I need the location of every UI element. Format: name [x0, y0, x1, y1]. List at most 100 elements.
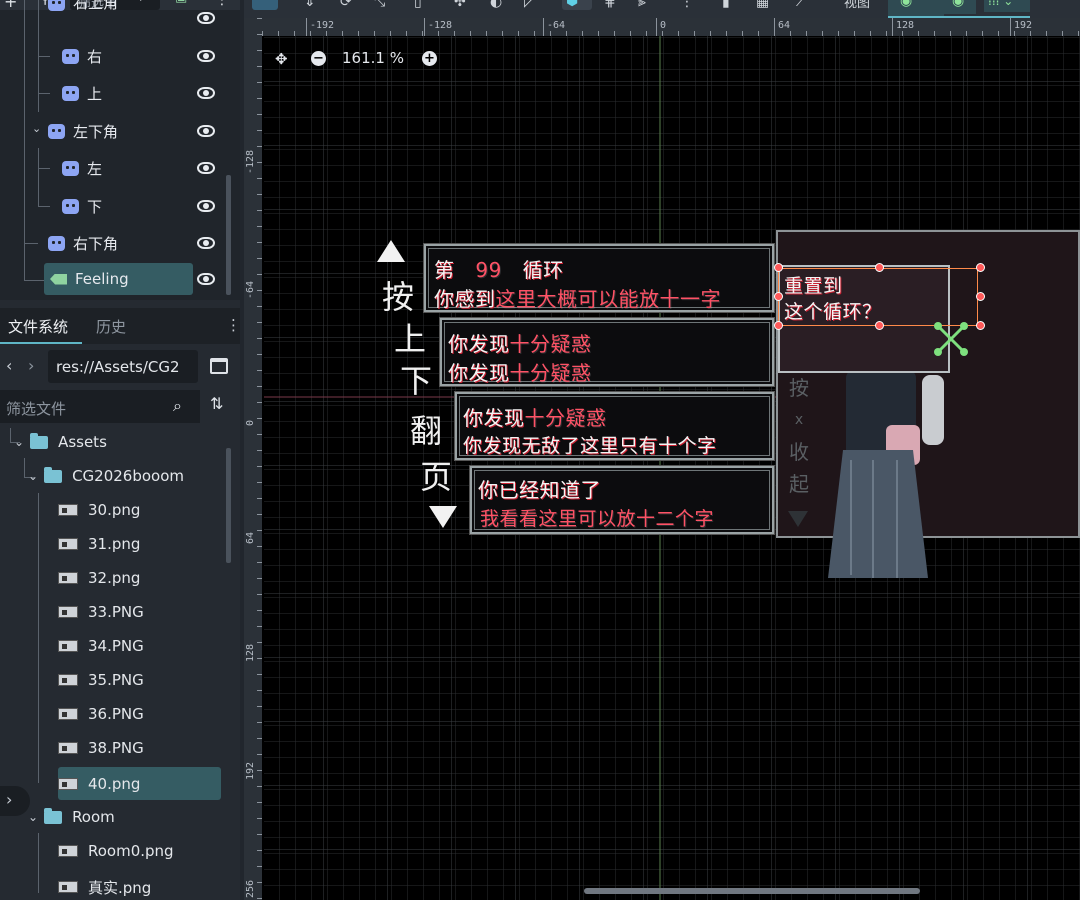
grid-dots-icon[interactable]: ⁞⁞⁞ ⌄ — [988, 0, 1013, 8]
visibility-eye-icon[interactable] — [197, 200, 215, 212]
file-row[interactable]: Room0.png — [58, 834, 174, 868]
chevron-down-icon[interactable]: ⌄ — [14, 435, 24, 449]
file-row[interactable]: 31.png — [58, 527, 140, 561]
rotate-mode-icon[interactable]: ⟳ — [340, 0, 352, 10]
tree-guide — [38, 93, 50, 94]
visibility-eye-icon[interactable] — [197, 237, 215, 249]
tree-node-partial[interactable]: 右上角 — [48, 0, 118, 20]
dialog-box-2[interactable]: 你发现十分疑惑 你发现十分疑惑 — [439, 317, 775, 387]
tree-node-right[interactable]: 右 — [62, 39, 102, 73]
resize-handle[interactable] — [774, 321, 783, 330]
zoom-level[interactable]: 161.1 % — [342, 49, 404, 67]
more-options-icon[interactable]: ⋮ — [680, 0, 694, 10]
file-row[interactable]: 32.png — [58, 561, 140, 595]
file-row[interactable]: 33.PNG — [58, 595, 144, 629]
visibility-eye-icon[interactable] — [197, 162, 215, 174]
file-label: 33.PNG — [88, 603, 144, 621]
resize-handle[interactable] — [976, 263, 985, 272]
tree-node-feeling[interactable]: Feeling — [50, 262, 129, 296]
pivot-gizmo-icon[interactable] — [932, 320, 970, 358]
group-icon[interactable]: ▦ — [756, 0, 769, 10]
instance-scene-icon[interactable]: ▣ — [175, 0, 187, 5]
file-row[interactable]: 36.PNG — [58, 697, 144, 731]
node-icon — [62, 160, 79, 176]
node-icon — [48, 0, 65, 11]
file-filter-input[interactable]: 筛选文件 — [0, 390, 200, 423]
filesystem-scrollbar[interactable] — [226, 448, 231, 563]
ruler-icon[interactable]: ◸ — [524, 0, 535, 10]
visibility-eye-icon[interactable] — [197, 50, 215, 62]
resize-handle[interactable] — [774, 263, 783, 272]
bone-icon[interactable]: ⟋ — [796, 0, 806, 10]
dialog-box-4[interactable]: 你已经知道了 我看看这里可以放十二个字 — [469, 465, 775, 535]
resize-handle[interactable] — [976, 321, 985, 330]
tab-history[interactable]: 历史 — [96, 316, 126, 337]
transform-gizmo-icon[interactable]: ◉ — [952, 0, 964, 9]
sort-icon[interactable]: ⇅ — [210, 394, 223, 413]
view-menu[interactable]: 视图 — [844, 0, 870, 11]
file-row[interactable]: 40.png — [58, 767, 140, 801]
tree-node-up[interactable]: 上 — [62, 76, 102, 110]
tree-node-left[interactable]: 左 — [62, 151, 102, 185]
scene-tree-scrollbar[interactable] — [226, 175, 231, 295]
center-view-icon[interactable]: ✥ — [275, 50, 288, 68]
collapse-hint-char: x — [794, 412, 804, 428]
folder-row[interactable]: ⌄ Room — [28, 800, 115, 834]
tree-node-bottom-right[interactable]: 右下角 — [48, 226, 118, 260]
tree-node-down[interactable]: 下 — [62, 189, 102, 223]
image-thumbnail-icon — [58, 674, 78, 686]
folder-row[interactable]: ⌄ CG2026booom — [28, 459, 184, 493]
chevron-down-icon[interactable]: ⌄ — [32, 122, 42, 135]
file-row[interactable]: 34.PNG — [58, 629, 144, 663]
tab-filesystem[interactable]: 文件系统 — [8, 316, 68, 337]
pivot-icon[interactable]: ✣ — [454, 0, 466, 10]
zoom-in-button[interactable]: + — [422, 51, 437, 66]
visibility-eye-icon[interactable] — [197, 273, 215, 285]
viewport-horizontal-scrollbar[interactable] — [584, 888, 920, 894]
visibility-eye-icon[interactable] — [197, 125, 215, 137]
hint-char: 页 — [419, 458, 452, 496]
magnet-icon[interactable]: ⬢ — [566, 0, 578, 9]
resize-handle[interactable] — [875, 263, 884, 272]
pan-icon[interactable]: ◐ — [490, 0, 502, 10]
chevron-down-icon[interactable]: ⌄ — [28, 469, 38, 483]
more-icon[interactable]: ⋮ — [215, 0, 229, 8]
collapse-hint-char: 起 — [789, 472, 809, 496]
list-select-icon[interactable]: ▯ — [414, 0, 422, 10]
dialog-number: 99 — [475, 258, 502, 282]
chevron-down-icon[interactable]: ⌄ — [28, 810, 38, 824]
file-row[interactable]: 35.PNG — [58, 663, 144, 697]
visibility-eye-icon[interactable] — [197, 87, 215, 99]
resize-handle[interactable] — [976, 292, 985, 301]
add-node-icon[interactable]: + — [4, 0, 17, 11]
zoom-out-button[interactable]: − — [311, 51, 326, 66]
gizmo-icon[interactable]: ◉ — [900, 0, 912, 9]
move-mode-icon[interactable]: ⇕ — [304, 0, 316, 10]
folder-row[interactable]: ⌄ Assets — [14, 425, 107, 459]
resize-handle[interactable] — [774, 292, 783, 301]
select-mode-button[interactable] — [252, 0, 278, 10]
file-row[interactable]: 38.PNG — [58, 731, 144, 765]
back-arrow-icon[interactable]: ‹ — [6, 356, 12, 375]
forward-arrow-icon[interactable]: › — [28, 356, 34, 375]
file-row[interactable]: 真实.png — [58, 870, 151, 900]
page-up-arrow-icon — [377, 240, 405, 262]
file-row[interactable]: 30.png — [58, 493, 140, 527]
split-view-icon[interactable] — [210, 358, 228, 374]
lock-icon[interactable]: ▮ — [722, 0, 730, 10]
tree-guide — [38, 168, 50, 169]
grid-snap-icon[interactable]: ⋕ — [604, 0, 616, 10]
search-icon[interactable]: ⌕ — [140, 0, 147, 5]
ruler-label: 0 — [245, 419, 256, 426]
smart-snap-icon[interactable]: ⫸ — [638, 0, 646, 10]
path-field[interactable]: res://Assets/CG2 — [48, 350, 198, 383]
tree-node-bottom-left[interactable]: 左下角 — [48, 114, 118, 148]
scale-mode-icon[interactable]: ⤡ — [374, 0, 385, 10]
dialog-box-1[interactable]: 第 99 循环 你感到这里大概可以能放十一字 — [423, 243, 775, 313]
resize-handle[interactable] — [875, 321, 884, 330]
visibility-eye-icon[interactable] — [197, 12, 215, 24]
dialog-text: 你感到 — [434, 287, 496, 311]
more-icon[interactable]: ⋮ — [226, 316, 241, 334]
dialog-box-3[interactable]: 你发现十分疑惑 你发现无敌了这里只有十个字 — [454, 391, 775, 461]
expand-panel-button[interactable]: › — [0, 786, 30, 816]
